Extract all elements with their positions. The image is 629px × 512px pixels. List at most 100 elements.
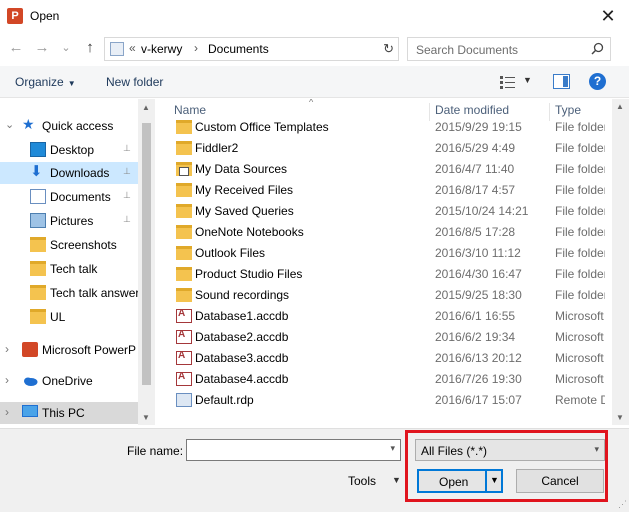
file-row[interactable]: Default.rdp 2016/6/17 15:07 Remote D [158,390,618,411]
organize-menu[interactable]: Organize ▼ [15,75,76,89]
sidebar-item-screenshots[interactable]: Screenshots [0,234,138,256]
new-folder-button[interactable]: New folder [106,75,163,89]
address-bar[interactable]: « v-kerwy › Documents ↻ [104,37,399,61]
sidebar-item-documents[interactable]: Documents ⊥ [0,186,138,208]
file-row[interactable]: Sound recordings 2015/9/25 18:30 File fold… [158,285,618,306]
file-name-input[interactable]: ▾ [186,439,401,461]
preview-pane-icon[interactable] [553,74,570,89]
view-options-chevron-icon[interactable]: ▼ [523,75,532,85]
folder-icon [30,285,46,300]
file-row[interactable]: Custom Office Templates 2015/9/29 19:15 Fi… [158,117,618,138]
folder-icon [30,237,46,252]
address-overflow[interactable]: « [129,41,136,55]
file-date: 2016/6/2 19:34 [435,330,516,344]
breadcrumb-user[interactable]: v-kerwy [141,42,182,56]
folder-icon [176,204,192,218]
close-button[interactable]: ✕ [595,4,621,28]
scroll-down-icon[interactable]: ▼ [142,413,150,422]
command-bar: Organize ▼ New folder ▼ ? [0,66,629,98]
file-row[interactable]: My Received Files 2016/8/17 4:57 File fold… [158,180,618,201]
folder-icon [30,261,46,276]
file-row[interactable]: OneNote Notebooks 2016/8/5 17:28 File fold… [158,222,618,243]
refresh-icon[interactable]: ↻ [383,41,394,57]
sidebar-item-onedrive[interactable]: › OneDrive [0,370,138,392]
file-list: Name ^ Date modified Type Custom Office … [158,99,618,425]
scroll-up-icon[interactable]: ▲ [616,102,624,111]
chevron-down-icon[interactable]: ⌄ [5,118,14,131]
pictures-icon [30,213,46,228]
file-name: Sound recordings [195,288,290,302]
pin-icon: ⊥ [123,214,131,224]
file-date: 2016/4/7 11:40 [435,162,515,176]
breadcrumb-separator[interactable]: › [194,41,198,55]
scroll-down-icon[interactable]: ▼ [616,413,624,422]
sidebar-item-label: Tech talk answer [50,286,140,300]
file-name: Database2.accdb [195,330,289,344]
file-row[interactable]: Database1.accdb 2016/6/1 16:55 Microsoft [158,306,618,327]
file-row[interactable]: Database4.accdb 2016/7/26 19:30 Microsoft [158,369,618,390]
file-type: Microsoft [555,372,604,386]
file-type: File folder [555,246,605,260]
file-date: 2016/7/26 19:30 [435,372,522,386]
tools-menu[interactable]: Tools [348,474,376,488]
file-row[interactable]: Database3.accdb 2016/6/13 20:12 Microsoft [158,348,618,369]
file-type: File folder [555,120,605,134]
desktop-icon [30,142,46,157]
search-icon[interactable] [591,42,604,55]
recent-locations-button[interactable]: ⌄ [56,38,76,58]
chevron-down-icon[interactable]: ▼ [392,475,401,485]
change-view-icon[interactable] [500,75,516,89]
pin-icon: ⊥ [123,166,131,176]
file-row[interactable]: Outlook Files 2016/3/10 11:12 File folder [158,243,618,264]
scroll-up-icon[interactable]: ▲ [142,103,150,112]
up-button[interactable]: ↑ [80,38,100,58]
forward-button[interactable]: → [32,38,52,58]
sidebar-item-pictures[interactable]: Pictures ⊥ [0,210,138,232]
sidebar-item-label: UL [50,310,66,324]
file-row[interactable]: Fiddler2 2016/5/29 4:49 File folder [158,138,618,159]
sidebar-item-this-pc[interactable]: › This PC [0,402,138,424]
search-input[interactable]: Search Documents [407,37,611,61]
file-date: 2015/9/25 18:30 [435,288,522,302]
file-name: My Received Files [195,183,294,197]
file-row[interactable]: Product Studio Files 2016/4/30 16:47 File … [158,264,618,285]
file-name: Database4.accdb [195,372,289,386]
file-name: Default.rdp [195,393,254,407]
folder-icon [176,141,192,155]
chevron-down-icon[interactable]: ▾ [390,443,395,454]
sidebar-item-desktop[interactable]: Desktop ⊥ [0,139,138,161]
navigation-scrollbar[interactable]: ▲ ▼ [138,99,155,425]
folder-icon [30,309,46,324]
folder-icon [176,120,192,134]
chevron-right-icon[interactable]: › [5,405,9,419]
sidebar-item-ul[interactable]: UL [0,306,138,328]
sidebar-item-label: Screenshots [50,238,117,252]
highlight-annotation [405,430,608,502]
chevron-right-icon[interactable]: › [5,373,9,387]
navigation-pane: ⌄ ★ Quick access Desktop ⊥ ⬇ Downloads ⊥… [0,99,155,425]
file-date: 2016/6/17 15:07 [435,393,522,407]
file-name-label: File name: [127,444,184,458]
file-row[interactable]: Database2.accdb 2016/6/2 19:34 Microsoft [158,327,618,348]
file-row[interactable]: My Saved Queries 2015/10/24 14:21 File fol… [158,201,618,222]
scrollbar-thumb[interactable] [142,123,151,385]
file-row[interactable]: My Data Sources 2016/4/7 11:40 File folder [158,159,618,180]
breadcrumb-documents[interactable]: Documents [208,42,269,56]
sidebar-item-microsoft-powerpoint[interactable]: › Microsoft PowerP [0,339,138,361]
chevron-right-icon[interactable]: › [5,342,9,356]
sidebar-item-downloads[interactable]: ⬇ Downloads ⊥ [0,162,138,184]
help-icon[interactable]: ? [589,73,606,90]
search-placeholder: Search Documents [416,43,519,57]
file-name: Outlook Files [195,246,266,260]
file-type: File folder [555,162,605,176]
sidebar-item-tech-talk-answer[interactable]: Tech talk answer [0,282,140,304]
file-list-scrollbar[interactable]: ▲ ▼ [612,99,629,425]
sidebar-item-tech-talk[interactable]: Tech talk [0,258,138,280]
file-name: Fiddler2 [195,141,239,155]
file-name: My Data Sources [195,162,288,176]
sidebar-item-label: Desktop [50,143,95,157]
sidebar-item-quick-access[interactable]: ⌄ ★ Quick access [0,115,138,137]
back-button[interactable]: ← [6,38,26,58]
resize-grip-icon[interactable]: ⋰ [618,499,627,510]
file-name: Database3.accdb [195,351,289,365]
